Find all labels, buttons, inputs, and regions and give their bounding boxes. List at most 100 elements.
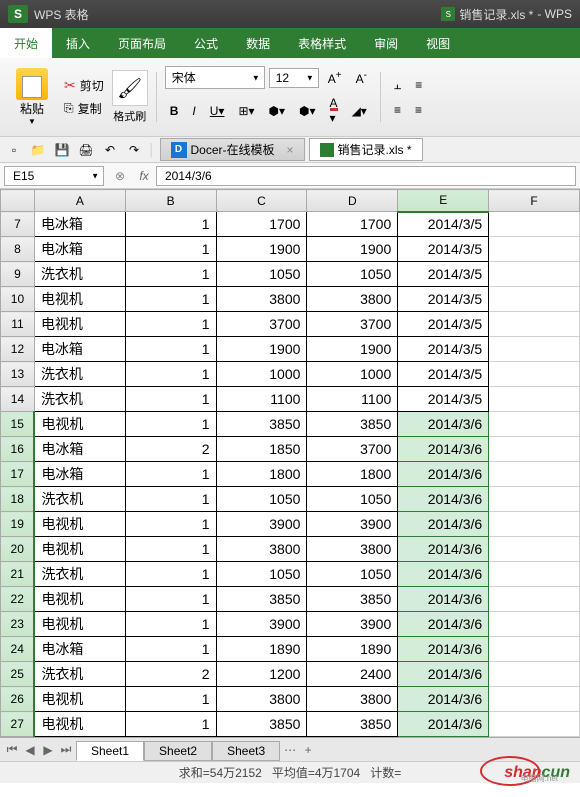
cell[interactable]: 洗衣机	[34, 562, 125, 587]
cell[interactable]: 3700	[307, 312, 398, 337]
fill-color2-button[interactable]: ⬢▾	[294, 101, 321, 121]
more-tabs-button[interactable]: ⋯	[282, 742, 298, 758]
cell[interactable]: 1050	[216, 262, 307, 287]
cell[interactable]: 1900	[307, 337, 398, 362]
cell[interactable]: 3850	[307, 587, 398, 612]
menu-item-4[interactable]: 数据	[232, 28, 284, 58]
formula-input[interactable]: 2014/3/6	[156, 166, 576, 186]
cell[interactable]: 洗衣机	[34, 362, 125, 387]
cell[interactable]	[489, 712, 580, 737]
redo-button[interactable]: ↷	[124, 140, 144, 160]
cell[interactable]	[489, 487, 580, 512]
cell[interactable]: 3900	[307, 512, 398, 537]
align-center-button[interactable]: ≡	[410, 100, 427, 120]
cell[interactable]	[489, 637, 580, 662]
cell[interactable]: 电视机	[34, 587, 125, 612]
cell[interactable]: 1	[125, 312, 216, 337]
row-header-14[interactable]: 14	[1, 387, 35, 412]
cell[interactable]: 2014/3/6	[398, 687, 489, 712]
cell[interactable]: 3700	[216, 312, 307, 337]
cell[interactable]: 1	[125, 412, 216, 437]
cell[interactable]: 1700	[307, 212, 398, 237]
menu-item-7[interactable]: 视图	[412, 28, 464, 58]
cell[interactable]: 电视机	[34, 612, 125, 637]
cell[interactable]: 1890	[216, 637, 307, 662]
cell[interactable]: 电冰箱	[34, 637, 125, 662]
cell[interactable]: 洗衣机	[34, 487, 125, 512]
cell[interactable]: 1700	[216, 212, 307, 237]
spreadsheet-grid[interactable]: ABCDEF7电冰箱1170017002014/3/58电冰箱119001900…	[0, 189, 580, 737]
decrease-font-button[interactable]: A-	[351, 67, 372, 89]
cell[interactable]: 1	[125, 212, 216, 237]
cell[interactable]: 1	[125, 537, 216, 562]
cell[interactable]: 电冰箱	[34, 212, 125, 237]
cell[interactable]: 2014/3/6	[398, 512, 489, 537]
font-color-button[interactable]: A▾	[325, 93, 343, 128]
menu-item-0[interactable]: 开始	[0, 28, 52, 58]
cell[interactable]: 2014/3/5	[398, 287, 489, 312]
bold-button[interactable]: B	[165, 101, 184, 121]
cell[interactable]: 1100	[216, 387, 307, 412]
select-all-corner[interactable]	[1, 190, 35, 212]
row-header-8[interactable]: 8	[1, 237, 35, 262]
save-button[interactable]: 💾	[52, 140, 72, 160]
cell[interactable]: 3850	[216, 587, 307, 612]
fx-button[interactable]: fx	[132, 169, 156, 183]
cell[interactable]: 1050	[307, 487, 398, 512]
cell[interactable]: 1	[125, 362, 216, 387]
column-header-C[interactable]: C	[216, 190, 307, 212]
cell[interactable]: 2014/3/6	[398, 437, 489, 462]
cell[interactable]: 2	[125, 437, 216, 462]
cell[interactable]: 1	[125, 637, 216, 662]
cut-button[interactable]: ✂ 剪切	[60, 75, 108, 96]
cell[interactable]	[489, 687, 580, 712]
file-tab[interactable]: 销售记录.xls *	[309, 138, 423, 161]
cell[interactable]: 1900	[216, 337, 307, 362]
menu-item-2[interactable]: 页面布局	[104, 28, 180, 58]
cell[interactable]	[489, 562, 580, 587]
row-header-7[interactable]: 7	[1, 212, 35, 237]
column-header-F[interactable]: F	[489, 190, 580, 212]
cell[interactable]	[489, 387, 580, 412]
increase-font-button[interactable]: A+	[323, 67, 347, 89]
row-header-20[interactable]: 20	[1, 537, 35, 562]
cell[interactable]: 3850	[307, 712, 398, 737]
cell[interactable]: 3800	[307, 687, 398, 712]
cell[interactable]	[489, 287, 580, 312]
row-header-22[interactable]: 22	[1, 587, 35, 612]
cell[interactable]: 电冰箱	[34, 237, 125, 262]
cell[interactable]: 2014/3/6	[398, 562, 489, 587]
cell[interactable]: 1900	[216, 237, 307, 262]
row-header-15[interactable]: 15	[1, 412, 35, 437]
cell[interactable]: 电冰箱	[34, 337, 125, 362]
cell[interactable]: 洗衣机	[34, 387, 125, 412]
cell[interactable]: 2014/3/5	[398, 387, 489, 412]
column-header-B[interactable]: B	[125, 190, 216, 212]
cell[interactable]: 电视机	[34, 512, 125, 537]
paste-button[interactable]: 粘贴▼	[8, 64, 56, 130]
cell[interactable]: 3900	[307, 612, 398, 637]
cell[interactable]: 3900	[216, 512, 307, 537]
cell[interactable]: 1000	[216, 362, 307, 387]
cell[interactable]: 2014/3/6	[398, 712, 489, 737]
cell[interactable]: 洗衣机	[34, 262, 125, 287]
cell[interactable]: 1	[125, 587, 216, 612]
cell[interactable]: 1	[125, 712, 216, 737]
cell[interactable]: 2014/3/6	[398, 412, 489, 437]
cell[interactable]: 1100	[307, 387, 398, 412]
align-top-button[interactable]: ⫠	[389, 75, 406, 96]
cell[interactable]: 电视机	[34, 312, 125, 337]
cell[interactable]: 1050	[216, 487, 307, 512]
font-size-select[interactable]: 12 ▼	[269, 68, 319, 88]
row-header-27[interactable]: 27	[1, 712, 35, 737]
row-header-12[interactable]: 12	[1, 337, 35, 362]
cell[interactable]: 洗衣机	[34, 662, 125, 687]
underline-button[interactable]: U▾	[205, 101, 230, 121]
cell[interactable]: 3800	[216, 287, 307, 312]
menu-item-1[interactable]: 插入	[52, 28, 104, 58]
cell[interactable]	[489, 262, 580, 287]
row-header-25[interactable]: 25	[1, 662, 35, 687]
cell[interactable]: 1	[125, 337, 216, 362]
cell[interactable]: 2014/3/6	[398, 462, 489, 487]
cell[interactable]: 电视机	[34, 412, 125, 437]
